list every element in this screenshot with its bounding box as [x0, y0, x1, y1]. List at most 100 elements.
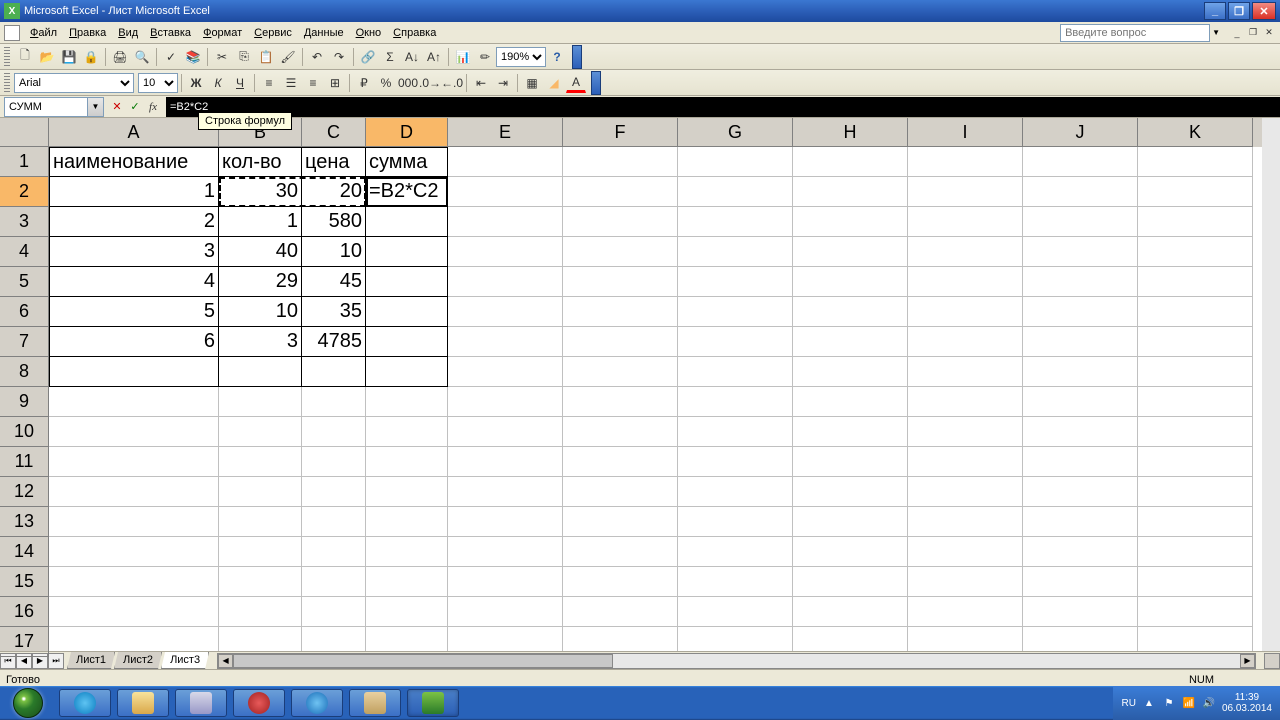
- cell-J14[interactable]: [1023, 537, 1138, 567]
- new-button[interactable]: 🗋: [15, 47, 35, 67]
- cell-E6[interactable]: [448, 297, 563, 327]
- align-left-button[interactable]: ≡: [259, 73, 279, 93]
- cell-G15[interactable]: [678, 567, 793, 597]
- cell-B8[interactable]: [219, 357, 302, 387]
- cell-G11[interactable]: [678, 447, 793, 477]
- cell-E2[interactable]: [448, 177, 563, 207]
- cell-B6[interactable]: 10: [219, 297, 302, 327]
- cell-F14[interactable]: [563, 537, 678, 567]
- mdi-minimize[interactable]: _: [1230, 26, 1244, 40]
- cell-F9[interactable]: [563, 387, 678, 417]
- currency-button[interactable]: ₽: [354, 73, 374, 93]
- cell-C7[interactable]: 4785: [302, 327, 366, 357]
- sheet-tab-Лист3[interactable]: Лист3: [161, 652, 209, 669]
- cell-G1[interactable]: [678, 147, 793, 177]
- task-opera[interactable]: [233, 689, 285, 717]
- cell-H9[interactable]: [793, 387, 908, 417]
- cell-K12[interactable]: [1138, 477, 1253, 507]
- cell-F8[interactable]: [563, 357, 678, 387]
- cell-I15[interactable]: [908, 567, 1023, 597]
- decrease-decimal-button[interactable]: ←.0: [442, 73, 462, 93]
- menu-Справка[interactable]: Справка: [387, 25, 442, 41]
- align-center-button[interactable]: ☰: [281, 73, 301, 93]
- cell-K17[interactable]: [1138, 627, 1253, 651]
- sheet-tab-Лист2[interactable]: Лист2: [114, 652, 162, 669]
- cell-E10[interactable]: [448, 417, 563, 447]
- cell-D13[interactable]: [366, 507, 448, 537]
- cell-E3[interactable]: [448, 207, 563, 237]
- task-explorer[interactable]: [117, 689, 169, 717]
- cell-K5[interactable]: [1138, 267, 1253, 297]
- cell-B12[interactable]: [219, 477, 302, 507]
- close-button[interactable]: ✕: [1252, 2, 1276, 20]
- horizontal-scrollbar[interactable]: ◀ ▶: [217, 653, 1256, 669]
- spelling-button[interactable]: ✓: [161, 47, 181, 67]
- cell-F3[interactable]: [563, 207, 678, 237]
- cut-button[interactable]: ✂: [212, 47, 232, 67]
- permission-button[interactable]: 🔒: [81, 47, 101, 67]
- cell-J2[interactable]: [1023, 177, 1138, 207]
- cell-H13[interactable]: [793, 507, 908, 537]
- cell-D2[interactable]: =B2*C2: [366, 177, 448, 207]
- menu-Правка[interactable]: Правка: [63, 25, 112, 41]
- cell-H5[interactable]: [793, 267, 908, 297]
- undo-button[interactable]: ↶: [307, 47, 327, 67]
- menu-Сервис[interactable]: Сервис: [248, 25, 298, 41]
- format-painter-button[interactable]: 🖌: [278, 47, 298, 67]
- col-header-H[interactable]: H: [793, 118, 908, 147]
- cell-K13[interactable]: [1138, 507, 1253, 537]
- cell-B15[interactable]: [219, 567, 302, 597]
- cell-H4[interactable]: [793, 237, 908, 267]
- cell-J5[interactable]: [1023, 267, 1138, 297]
- cell-H15[interactable]: [793, 567, 908, 597]
- formula-input[interactable]: =B2*C2: [166, 97, 1280, 117]
- lang-indicator[interactable]: RU: [1121, 698, 1135, 709]
- start-button[interactable]: [0, 686, 56, 720]
- cell-H12[interactable]: [793, 477, 908, 507]
- cell-G9[interactable]: [678, 387, 793, 417]
- cell-F1[interactable]: [563, 147, 678, 177]
- cell-C16[interactable]: [302, 597, 366, 627]
- cell-E5[interactable]: [448, 267, 563, 297]
- tray-flag-icon[interactable]: ⚑: [1162, 696, 1176, 710]
- row-header-13[interactable]: 13: [0, 507, 49, 537]
- cell-A5[interactable]: 4: [49, 267, 219, 297]
- cell-E12[interactable]: [448, 477, 563, 507]
- cell-H1[interactable]: [793, 147, 908, 177]
- cell-F5[interactable]: [563, 267, 678, 297]
- cell-D12[interactable]: [366, 477, 448, 507]
- menu-Формат[interactable]: Формат: [197, 25, 248, 41]
- cell-E4[interactable]: [448, 237, 563, 267]
- percent-button[interactable]: %: [376, 73, 396, 93]
- cell-A3[interactable]: 2: [49, 207, 219, 237]
- cell-I14[interactable]: [908, 537, 1023, 567]
- save-button[interactable]: 💾: [59, 47, 79, 67]
- cell-grid[interactable]: наименованиекол-воценасумма13020=B2*C221…: [49, 147, 1262, 651]
- mdi-restore[interactable]: ❐: [1246, 26, 1260, 40]
- row-header-1[interactable]: 1: [0, 147, 49, 177]
- hyperlink-button[interactable]: 🔗: [358, 47, 378, 67]
- task-ie[interactable]: [291, 689, 343, 717]
- cell-K1[interactable]: [1138, 147, 1253, 177]
- cell-B1[interactable]: кол-во: [219, 147, 302, 177]
- cell-C12[interactable]: [302, 477, 366, 507]
- cell-E13[interactable]: [448, 507, 563, 537]
- row-header-15[interactable]: 15: [0, 567, 49, 597]
- cell-E8[interactable]: [448, 357, 563, 387]
- chart-button[interactable]: 📊: [453, 47, 473, 67]
- cell-I10[interactable]: [908, 417, 1023, 447]
- menu-Вид[interactable]: Вид: [112, 25, 144, 41]
- cell-G16[interactable]: [678, 597, 793, 627]
- cell-D6[interactable]: [366, 297, 448, 327]
- cell-D17[interactable]: [366, 627, 448, 651]
- cell-K3[interactable]: [1138, 207, 1253, 237]
- cell-B13[interactable]: [219, 507, 302, 537]
- cell-D11[interactable]: [366, 447, 448, 477]
- cell-B2[interactable]: 30: [219, 177, 302, 207]
- cell-A16[interactable]: [49, 597, 219, 627]
- row-header-17[interactable]: 17: [0, 627, 49, 657]
- hscroll-thumb[interactable]: [233, 654, 613, 668]
- col-header-D[interactable]: D: [366, 118, 448, 147]
- cell-D5[interactable]: [366, 267, 448, 297]
- cell-H6[interactable]: [793, 297, 908, 327]
